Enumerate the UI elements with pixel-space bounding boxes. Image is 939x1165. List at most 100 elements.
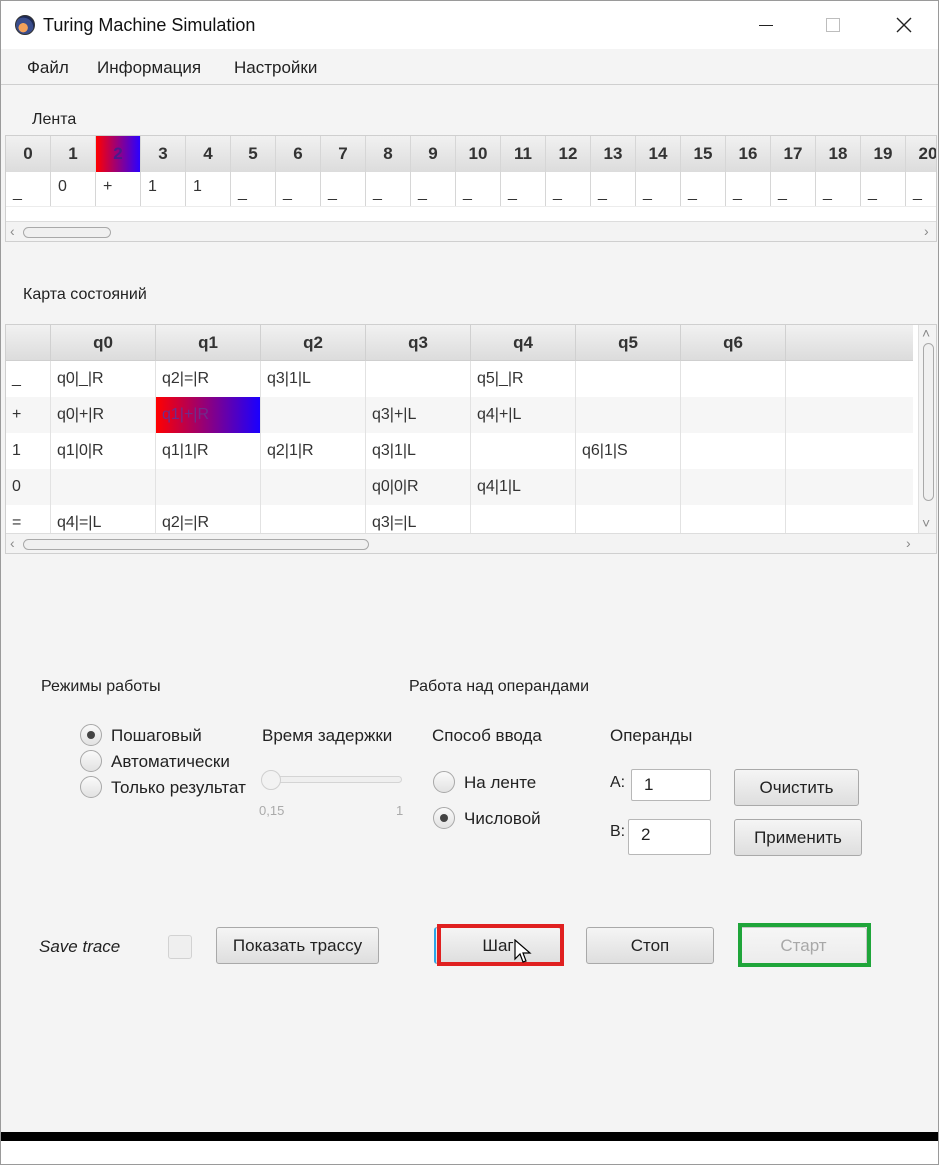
- input-numeric-radio[interactable]: [433, 807, 455, 829]
- scroll-left-icon[interactable]: ‹: [10, 535, 15, 551]
- state-map-cell[interactable]: q1|+|R: [156, 397, 261, 433]
- tape-cell-2[interactable]: +: [96, 172, 141, 206]
- menu-file[interactable]: Файл: [27, 58, 69, 78]
- tape-cell-3[interactable]: 1: [141, 172, 186, 206]
- tape-horizontal-scrollbar[interactable]: ‹ ›: [6, 221, 936, 241]
- state-map-cell[interactable]: [576, 361, 681, 397]
- maximize-button[interactable]: [798, 1, 868, 49]
- state-map-vertical-scrollbar[interactable]: ˄ ˅: [918, 325, 936, 535]
- state-map-cell[interactable]: q5|_|R: [471, 361, 576, 397]
- show-trace-button[interactable]: Показать трассу: [216, 927, 379, 964]
- tape-scroll-thumb[interactable]: [23, 227, 111, 238]
- tape-cell-14[interactable]: _: [636, 172, 681, 206]
- state-header-4[interactable]: q4: [471, 325, 576, 361]
- stop-button[interactable]: Стоп: [586, 927, 714, 964]
- tape-cell-15[interactable]: _: [681, 172, 726, 206]
- state-map-cell[interactable]: q3|1|L: [261, 361, 366, 397]
- tape-cell-7[interactable]: _: [321, 172, 366, 206]
- save-trace-label: Save trace: [39, 937, 121, 956]
- state-map-cell[interactable]: q6|1|S: [576, 433, 681, 469]
- state-map-cell[interactable]: q2|=|R: [156, 361, 261, 397]
- delay-slider-track[interactable]: [267, 776, 402, 783]
- close-icon: [896, 17, 912, 33]
- tape-cell-9[interactable]: _: [411, 172, 456, 206]
- tape-cell-17[interactable]: _: [771, 172, 816, 206]
- scroll-right-icon[interactable]: ›: [906, 535, 911, 551]
- tape-index-14: 14: [636, 136, 681, 172]
- delay-slider-knob[interactable]: [261, 770, 281, 790]
- state-map-cell[interactable]: [261, 397, 366, 433]
- tape-cell-13[interactable]: _: [591, 172, 636, 206]
- state-map-cell[interactable]: q1|0|R: [51, 433, 156, 469]
- state-map-cell[interactable]: q0|+|R: [51, 397, 156, 433]
- tape-index-13: 13: [591, 136, 636, 172]
- state-map-cell[interactable]: [681, 469, 786, 505]
- tape-index-2: 2: [96, 136, 141, 172]
- tape-cell-11[interactable]: _: [501, 172, 546, 206]
- state-map-cell[interactable]: q4|1|L: [471, 469, 576, 505]
- operand-a-label: A:: [610, 774, 626, 791]
- state-header-6[interactable]: q6: [681, 325, 786, 361]
- clear-button[interactable]: Очистить: [734, 769, 859, 806]
- tape-cell-0[interactable]: _: [6, 172, 51, 206]
- tape-cell-20[interactable]: _: [906, 172, 936, 206]
- operand-a-field[interactable]: 1: [631, 769, 711, 801]
- state-map-cell[interactable]: [576, 469, 681, 505]
- state-map-cell[interactable]: q3|+|L: [366, 397, 471, 433]
- state-map-cell[interactable]: q4|+|L: [471, 397, 576, 433]
- tape-cell-1[interactable]: 0: [51, 172, 96, 206]
- state-map-cell[interactable]: [681, 361, 786, 397]
- bottom-border: [1, 1132, 938, 1141]
- apply-button[interactable]: Применить: [734, 819, 862, 856]
- state-map-cell[interactable]: q3|1|L: [366, 433, 471, 469]
- state-map-cell[interactable]: [156, 469, 261, 505]
- menu-info[interactable]: Информация: [97, 58, 201, 78]
- tape-cell-6[interactable]: _: [276, 172, 321, 206]
- input-tape-radio[interactable]: [433, 771, 455, 793]
- tape-cell-5[interactable]: _: [231, 172, 276, 206]
- scroll-left-icon[interactable]: ‹: [10, 223, 15, 239]
- mode-step-radio[interactable]: [80, 724, 102, 746]
- state-map-cell[interactable]: q0|0|R: [366, 469, 471, 505]
- state-header-0[interactable]: q0: [51, 325, 156, 361]
- state-map-cell[interactable]: q1|1|R: [156, 433, 261, 469]
- tape-cell-12[interactable]: _: [546, 172, 591, 206]
- state-header-5[interactable]: q5: [576, 325, 681, 361]
- state-map-cell[interactable]: [261, 469, 366, 505]
- mode-auto-radio[interactable]: [80, 750, 102, 772]
- tape-cell-16[interactable]: _: [726, 172, 771, 206]
- state-map-horizontal-scrollbar[interactable]: ‹ ›: [6, 533, 936, 553]
- state-header-3[interactable]: q3: [366, 325, 471, 361]
- scroll-up-icon[interactable]: ˄: [922, 325, 930, 341]
- input-numeric-label: Числовой: [464, 809, 541, 828]
- tape-index-19: 19: [861, 136, 906, 172]
- state-map-cell[interactable]: [366, 361, 471, 397]
- app-window: Turing Machine Simulation Файл Информаци…: [0, 0, 939, 1165]
- save-trace-checkbox[interactable]: [168, 935, 192, 959]
- state-map-vscroll-thumb[interactable]: [923, 343, 934, 501]
- state-map-cell[interactable]: [681, 397, 786, 433]
- close-button[interactable]: [869, 1, 938, 49]
- operand-b-field[interactable]: 2: [628, 819, 711, 855]
- scroll-right-icon[interactable]: ›: [924, 223, 929, 239]
- tape-cell-8[interactable]: _: [366, 172, 411, 206]
- state-map-hscroll-thumb[interactable]: [23, 539, 369, 550]
- scroll-down-icon[interactable]: ˅: [922, 515, 930, 531]
- tape-cell-19[interactable]: _: [861, 172, 906, 206]
- state-map-cell[interactable]: q2|1|R: [261, 433, 366, 469]
- tape-cell-18[interactable]: _: [816, 172, 861, 206]
- menu-settings[interactable]: Настройки: [234, 58, 317, 78]
- row-symbol: _: [6, 361, 51, 397]
- tape-cell-4[interactable]: 1: [186, 172, 231, 206]
- tape-cell-10[interactable]: _: [456, 172, 501, 206]
- state-map-cell[interactable]: [576, 397, 681, 433]
- state-header-2[interactable]: q2: [261, 325, 366, 361]
- state-map-cell[interactable]: [471, 433, 576, 469]
- state-map-cell[interactable]: [51, 469, 156, 505]
- state-header-1[interactable]: q1: [156, 325, 261, 361]
- minimize-button[interactable]: [731, 1, 801, 49]
- modes-label: Режимы работы: [41, 678, 161, 695]
- mode-result-radio[interactable]: [80, 776, 102, 798]
- state-map-cell[interactable]: [681, 433, 786, 469]
- state-map-cell[interactable]: q0|_|R: [51, 361, 156, 397]
